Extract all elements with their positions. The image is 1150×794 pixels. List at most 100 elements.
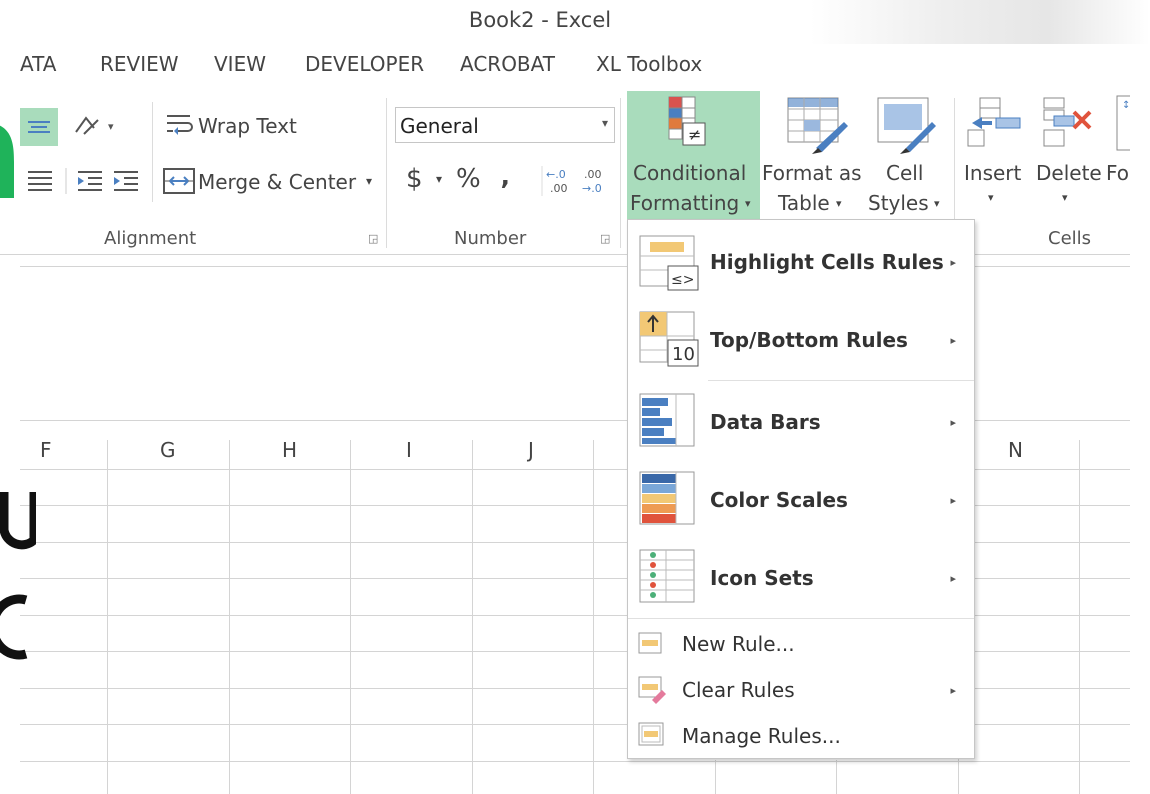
- color-scales-icon: [638, 470, 702, 530]
- svg-text:←.0: ←.0: [546, 168, 566, 181]
- manage-rules-icon: [638, 722, 666, 750]
- insert-cells-icon: [966, 96, 1022, 152]
- submenu-arrow-icon: ▸: [950, 416, 956, 429]
- wrap-text-icon: [164, 110, 196, 140]
- chevron-down-icon: ▾: [934, 197, 940, 210]
- delete-button[interactable]: Delete: [1036, 161, 1102, 185]
- svg-text:↕: ↕: [1122, 100, 1130, 111]
- number-group-label: Number: [454, 228, 527, 249]
- alignment-group-label: Alignment: [104, 228, 197, 249]
- chevron-down-icon: ▾: [988, 191, 994, 204]
- column-header-h[interactable]: H: [282, 438, 297, 462]
- submenu-arrow-icon: ▸: [950, 256, 956, 269]
- menu-item-icon-sets[interactable]: Icon Sets ▸: [628, 538, 974, 616]
- merge-center-icon: [162, 166, 196, 196]
- menu-item-label: Top/Bottom Rules: [710, 328, 908, 352]
- menu-item-label: New Rule...: [682, 632, 795, 656]
- menu-separator: [628, 618, 974, 619]
- indent-align-buttons[interactable]: [22, 166, 152, 196]
- chevron-down-icon: ▾: [601, 116, 608, 130]
- svg-text:≠: ≠: [688, 125, 701, 144]
- overlay-glyph: [0, 592, 28, 662]
- cell-styles-icon: [876, 96, 938, 156]
- format-as-table-label-1[interactable]: Format as: [762, 161, 862, 185]
- merge-dropdown-arrow[interactable]: ▾: [366, 174, 372, 188]
- menu-separator: [708, 380, 974, 381]
- tab-review[interactable]: REVIEW: [100, 52, 179, 76]
- cells-group-label: Cells: [1048, 228, 1092, 249]
- format-as-table-label-2[interactable]: Table: [778, 191, 830, 215]
- tab-xl-toolbox[interactable]: XL Toolbox: [596, 52, 702, 76]
- submenu-arrow-icon: ▸: [950, 334, 956, 347]
- row-line: [20, 761, 1130, 762]
- menu-item-data-bars[interactable]: Data Bars ▸: [628, 382, 974, 460]
- menu-item-label: Manage Rules...: [682, 724, 841, 748]
- column-line: [229, 440, 230, 794]
- svg-text:≤>: ≤>: [671, 272, 694, 288]
- menu-item-label: Color Scales: [710, 488, 848, 512]
- menu-item-new-rule[interactable]: New Rule...: [628, 622, 974, 666]
- tab-view[interactable]: VIEW: [214, 52, 266, 76]
- format-as-table-icon: [786, 96, 850, 156]
- currency-button[interactable]: $: [406, 164, 423, 194]
- column-line: [107, 440, 108, 794]
- align-middle-button[interactable]: [20, 108, 58, 146]
- cell-styles-label-1[interactable]: Cell: [886, 161, 923, 185]
- menu-item-top-bottom-rules[interactable]: 10 Top/Bottom Rules ▸: [628, 300, 974, 380]
- number-format-value: General: [400, 114, 479, 138]
- cell-styles-label-2[interactable]: Styles: [868, 191, 929, 215]
- clear-rules-icon: [638, 676, 668, 704]
- number-format-dropdown[interactable]: General ▾: [395, 107, 615, 143]
- highlight-cells-icon: ≤>: [638, 232, 702, 296]
- excel-green-glyph: [0, 102, 16, 202]
- data-bars-icon: [638, 392, 702, 452]
- insert-button[interactable]: Insert: [964, 161, 1021, 185]
- orientation-button[interactable]: ▾: [70, 110, 122, 140]
- new-rule-icon: [638, 632, 664, 656]
- conditional-formatting-label-1: Conditional: [633, 161, 747, 185]
- column-line: [715, 760, 716, 794]
- chevron-down-icon: ▾: [745, 197, 751, 210]
- conditional-formatting-icon: ≠: [665, 95, 725, 151]
- svg-text:.00: .00: [584, 168, 602, 181]
- menu-item-manage-rules[interactable]: Manage Rules...: [628, 714, 974, 758]
- currency-dropdown-arrow[interactable]: ▾: [436, 172, 442, 186]
- format-cells-icon: ↕: [1114, 94, 1132, 154]
- title-bar: Book2 - Excel: [0, 0, 1150, 44]
- column-line: [593, 440, 594, 794]
- icon-sets-icon: [638, 548, 702, 608]
- menu-item-color-scales[interactable]: Color Scales ▸: [628, 460, 974, 538]
- decimal-buttons[interactable]: ←.0.00 .00 →.0: [540, 164, 616, 198]
- top-bottom-icon: 10: [638, 310, 702, 374]
- wrap-text-button[interactable]: Wrap Text: [198, 114, 297, 138]
- column-line: [1079, 440, 1080, 794]
- column-header-i[interactable]: I: [406, 438, 412, 462]
- submenu-arrow-icon: ▸: [950, 572, 956, 585]
- tab-data[interactable]: ATA: [20, 52, 56, 76]
- window-title: Book2 - Excel: [468, 8, 612, 32]
- menu-item-label: Data Bars: [710, 410, 821, 434]
- conditional-formatting-menu: ≤> Highlight Cells Rules ▸ 10 Top/Bottom…: [627, 219, 975, 759]
- submenu-arrow-icon: ▸: [950, 684, 956, 697]
- alignment-dialog-launcher[interactable]: ◲: [368, 232, 378, 245]
- column-header-f[interactable]: F: [40, 438, 52, 462]
- conditional-formatting-button[interactable]: ≠ Conditional Formatting ▾: [627, 91, 760, 219]
- menu-item-clear-rules[interactable]: Clear Rules ▸: [628, 668, 974, 712]
- menu-item-label: Highlight Cells Rules: [710, 250, 944, 274]
- percent-button[interactable]: %: [456, 164, 481, 194]
- merge-center-button[interactable]: Merge & Center: [198, 170, 356, 194]
- svg-text:▾: ▾: [108, 120, 114, 133]
- menu-item-label: Icon Sets: [710, 566, 814, 590]
- chevron-down-icon: ▾: [1062, 191, 1068, 204]
- number-dialog-launcher[interactable]: ◲: [600, 232, 610, 245]
- svg-text:.00: .00: [550, 182, 568, 195]
- comma-button[interactable]: ‚: [500, 162, 510, 192]
- column-header-j[interactable]: J: [528, 438, 534, 462]
- column-header-n[interactable]: N: [1008, 438, 1023, 462]
- tab-acrobat[interactable]: ACROBAT: [460, 52, 555, 76]
- tab-developer[interactable]: DEVELOPER: [305, 52, 424, 76]
- format-button-partial[interactable]: Fo: [1106, 161, 1129, 185]
- submenu-arrow-icon: ▸: [950, 494, 956, 507]
- menu-item-highlight-cells-rules[interactable]: ≤> Highlight Cells Rules ▸: [628, 222, 974, 300]
- column-header-g[interactable]: G: [160, 438, 176, 462]
